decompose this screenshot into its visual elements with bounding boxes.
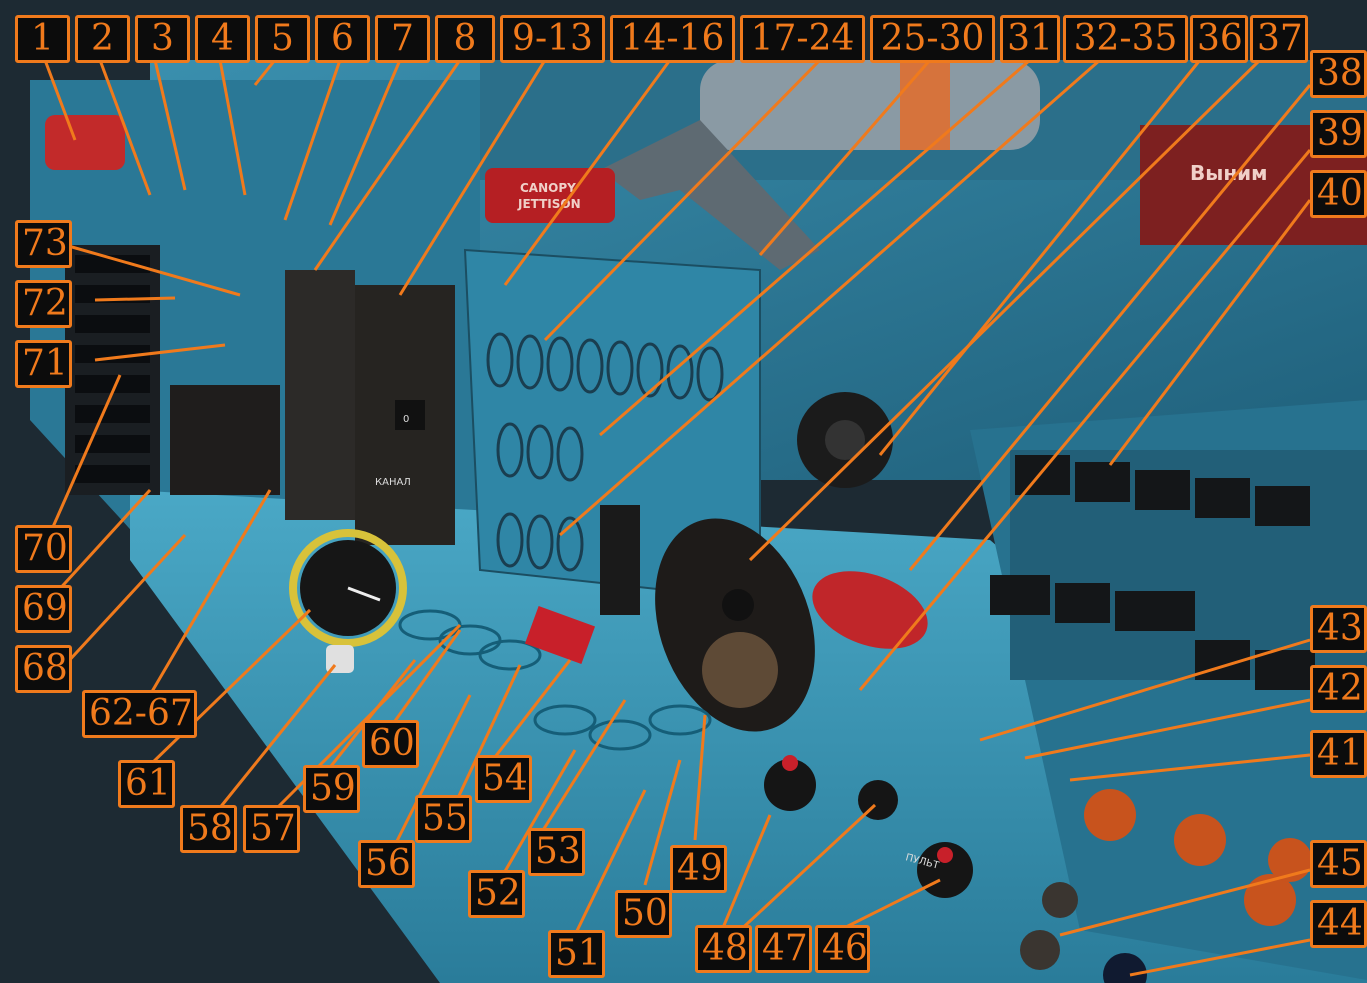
green-light-block <box>600 505 640 615</box>
callout-55: 55 <box>415 795 472 843</box>
callout-31: 31 <box>1000 15 1060 63</box>
callout-37: 37 <box>1250 15 1308 63</box>
canopy-jettison-line1: CANOPY <box>520 181 576 195</box>
callout-71: 71 <box>15 340 72 388</box>
callout-58: 58 <box>180 805 237 853</box>
callout-54: 54 <box>475 755 532 803</box>
callout-6: 6 <box>315 15 370 63</box>
vent-grille <box>65 245 160 495</box>
callout-4: 4 <box>195 15 250 63</box>
callout-48: 48 <box>695 925 752 973</box>
knob-red-cap <box>782 755 798 771</box>
callout-2: 2 <box>75 15 130 63</box>
callout-61: 61 <box>118 760 175 808</box>
callout-40: 40 <box>1310 170 1367 218</box>
knob-45 <box>1020 930 1060 970</box>
callout-14-16: 14-16 <box>610 15 735 63</box>
callout-5: 5 <box>255 15 310 63</box>
callout-17-24: 17-24 <box>740 15 865 63</box>
callout-38: 38 <box>1310 50 1367 98</box>
callout-57: 57 <box>243 805 300 853</box>
callout-36: 36 <box>1190 15 1248 63</box>
callout-70: 70 <box>15 525 72 573</box>
callout-53: 53 <box>528 828 585 876</box>
kanal-label: КАНАЛ <box>375 477 411 488</box>
callout-50: 50 <box>615 890 672 938</box>
callout-41: 41 <box>1310 730 1367 778</box>
callout-43: 43 <box>1310 605 1367 653</box>
callout-1: 1 <box>15 15 70 63</box>
callout-73: 73 <box>15 220 72 268</box>
callout-51: 51 <box>548 930 605 978</box>
canopy-handle-bar <box>700 60 1040 150</box>
callout-69: 69 <box>15 585 72 633</box>
callout-25-30: 25-30 <box>870 15 995 63</box>
callout-42: 42 <box>1310 665 1367 713</box>
callout-68: 68 <box>15 645 72 693</box>
callout-60: 60 <box>362 720 419 768</box>
callout-46: 46 <box>815 925 870 973</box>
callout-45: 45 <box>1310 840 1367 888</box>
trim-knob <box>702 632 778 708</box>
callout-8: 8 <box>435 15 495 63</box>
knob-45b <box>1042 882 1078 918</box>
red-gear-handle <box>45 115 125 170</box>
warning-lights-block <box>170 385 280 495</box>
callout-44: 44 <box>1310 900 1367 948</box>
callout-72: 72 <box>15 280 72 328</box>
callout-47: 47 <box>755 925 812 973</box>
callout-3: 3 <box>135 15 190 63</box>
callout-52: 52 <box>468 870 525 918</box>
callout-62-67: 62-67 <box>82 690 197 738</box>
canopy-jettison-line2: JETTISON <box>517 197 581 211</box>
callout-9-13: 9-13 <box>500 15 605 63</box>
callout-49: 49 <box>670 845 727 893</box>
kanal-display <box>395 400 425 430</box>
callout-32-35: 32-35 <box>1063 15 1188 63</box>
callout-59: 59 <box>303 765 360 813</box>
kanal-value: 0 <box>403 414 409 425</box>
canopy-jettison-handle <box>485 168 615 223</box>
callout-7: 7 <box>375 15 430 63</box>
trim-indicator <box>722 589 754 621</box>
callout-56: 56 <box>358 840 415 888</box>
radio-control-panel <box>285 270 355 520</box>
callout-39: 39 <box>1310 110 1367 158</box>
